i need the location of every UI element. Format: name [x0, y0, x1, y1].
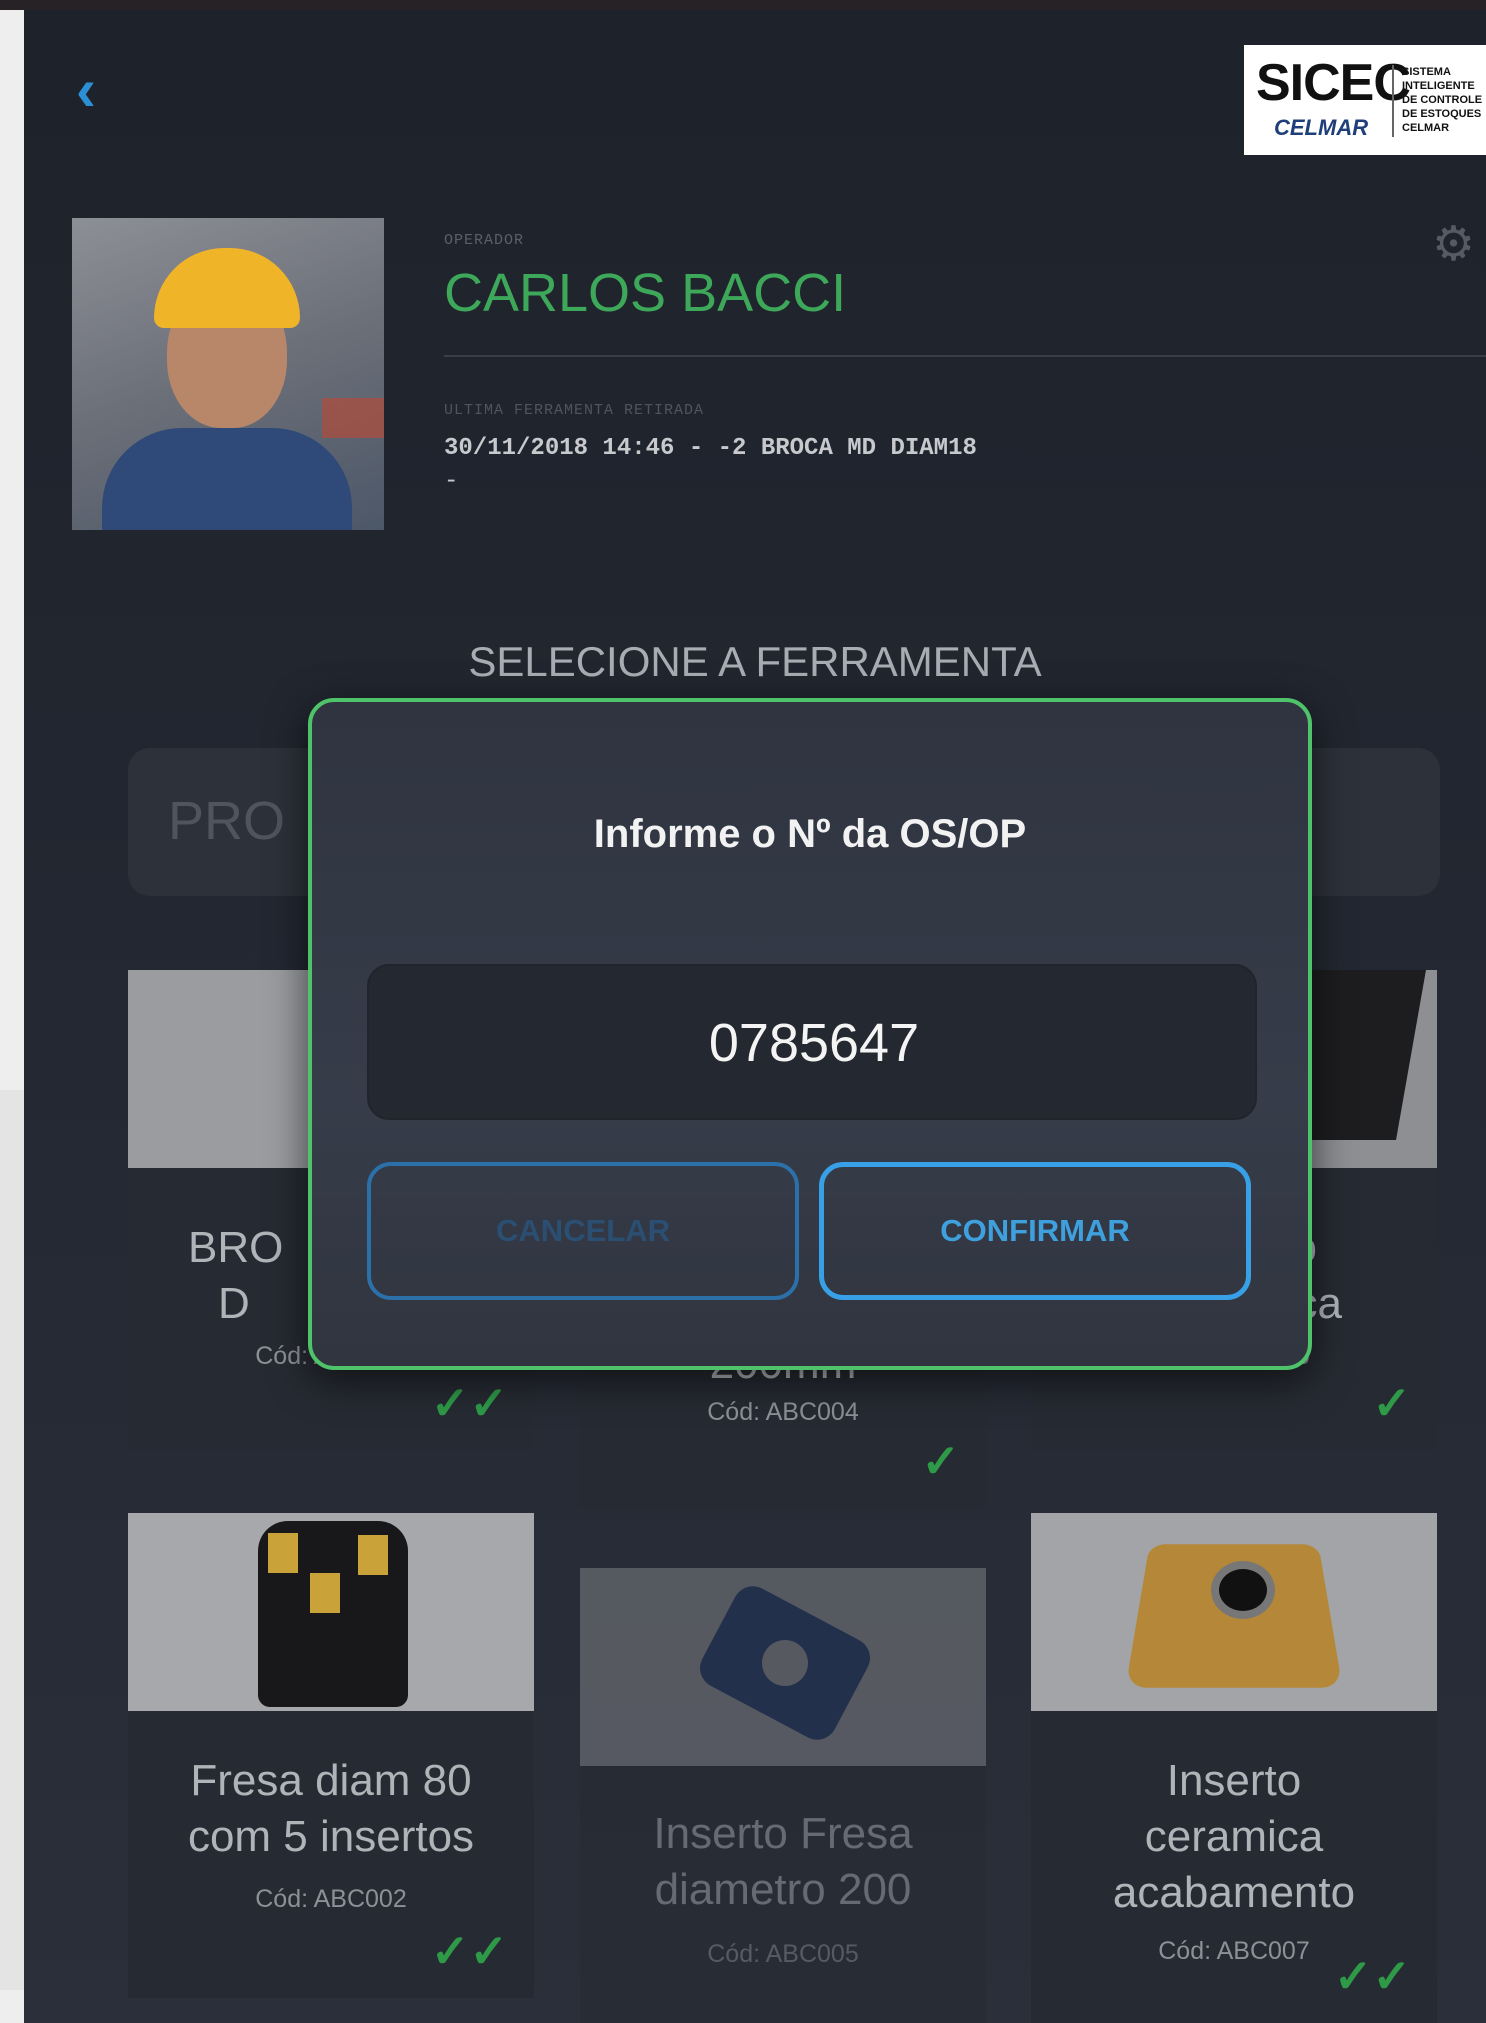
- os-op-input[interactable]: [369, 966, 1259, 1120]
- tool-name-line1: Fresa diam 80: [190, 1756, 472, 1805]
- top-status-bar: [0, 0, 1486, 10]
- operator-name: CARLOS BACCI: [444, 263, 847, 323]
- app-screen: ‹ SICEC CELMAR SISTEMA INTELIGENTE DE CO…: [24, 10, 1486, 2023]
- avatar-helmet: [154, 248, 300, 328]
- logo-brand: SICEC: [1256, 54, 1411, 112]
- tool-code: Cód: ABC002: [255, 1885, 407, 1913]
- tool-name-line2: diametro 200: [654, 1865, 912, 1914]
- dialog-title: Informe o Nº da OS/OP: [593, 812, 1027, 856]
- back-chevron-left-icon[interactable]: ‹: [76, 60, 126, 120]
- logo-sub: CELMAR: [1274, 115, 1369, 140]
- tool-code: Cód: ABC004: [707, 1398, 859, 1426]
- tool-name-line1: Inserto Fresa: [653, 1809, 913, 1858]
- avatar-body: [102, 428, 352, 530]
- select-tool-title: SELECIONE A FERRAMENTA: [468, 638, 1042, 685]
- tool-name-line2: com 5 insertos: [187, 1812, 475, 1861]
- last-tool-value: 30/11/2018 14:46 - -2 BROCA MD DIAM18: [444, 435, 977, 462]
- double-check-icon: ✓✓: [430, 1377, 508, 1429]
- left-edge-shade: [0, 1090, 24, 1990]
- check-icon: ✓: [921, 1435, 960, 1487]
- double-check-icon: ✓✓: [1333, 1950, 1411, 2002]
- cancel-button[interactable]: CANCELAR: [367, 1162, 799, 1300]
- last-tool-label: ULTIMA FERRAMENTA RETIRADA: [444, 402, 705, 419]
- os-op-field[interactable]: [367, 964, 1259, 1120]
- left-edge-strip: [0, 10, 24, 2023]
- logo-separator: [1392, 65, 1394, 137]
- tool-code: Cód: ABC005: [707, 1940, 859, 1968]
- header-divider: [444, 355, 1486, 357]
- check-icon: ✓: [1372, 1377, 1411, 1429]
- tool-card-abc002[interactable]: Fresa diam 80 com 5 insertos Cód: ABC002…: [128, 1513, 534, 1998]
- gear-icon[interactable]: ⚙: [1432, 220, 1482, 270]
- tool-name-line3: acabamento: [1112, 1868, 1356, 1917]
- operator-label: OPERADOR: [444, 232, 525, 249]
- avatar-bg-detail: [322, 398, 384, 438]
- double-check-icon: ✓✓: [430, 1925, 508, 1977]
- logo-description: SISTEMA INTELIGENTE DE CONTROLE DE ESTOQ…: [1402, 66, 1483, 134]
- sicec-logo: SICEC CELMAR SISTEMA INTELIGENTE DE CONT…: [1244, 45, 1486, 155]
- search-placeholder: PRO: [168, 791, 286, 851]
- tool-name-line1: Inserto: [1166, 1756, 1302, 1805]
- tool-image: [580, 1568, 986, 1766]
- os-op-dialog: Informe o Nº da OS/OP CANCELAR CONFIRMAR: [308, 698, 1312, 1370]
- tool-image: [128, 1513, 534, 1711]
- confirm-button[interactable]: CONFIRMAR: [819, 1162, 1251, 1300]
- tool-card-abc005[interactable]: Inserto Fresa diametro 200 Cód: ABC005: [580, 1568, 986, 2023]
- tool-card-abc007[interactable]: Inserto ceramica acabamento Cód: ABC007 …: [1031, 1513, 1437, 2023]
- tool-image: [1031, 1513, 1437, 1711]
- tool-name-line2: ceramica: [1144, 1812, 1324, 1861]
- operator-avatar: [72, 218, 384, 530]
- last-tool-extra: -: [444, 468, 459, 495]
